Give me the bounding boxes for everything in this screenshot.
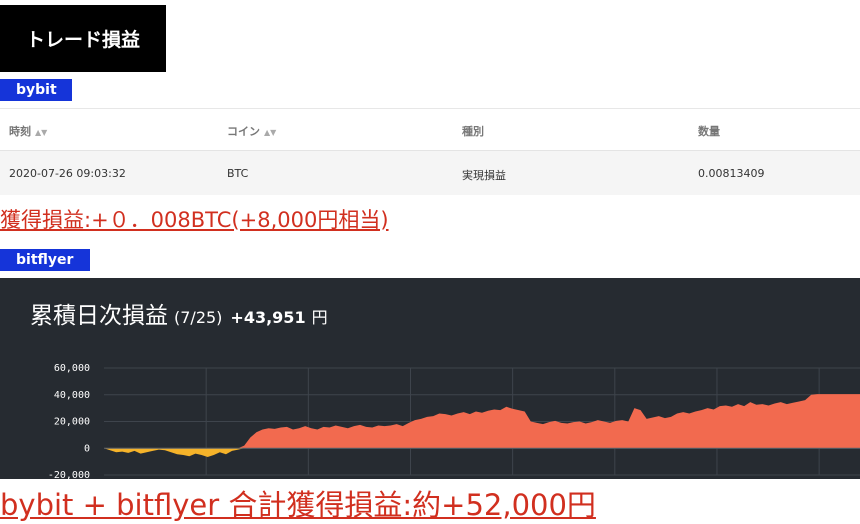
section-badge-bybit: bybit bbox=[0, 79, 72, 101]
y-tick-label: 40,000 bbox=[54, 390, 90, 401]
section-badge-bitflyer: bitflyer bbox=[0, 249, 90, 271]
page-title: トレード損益 bbox=[0, 5, 166, 72]
table-row: 2020-07-26 09:03:32 BTC 実現損益 0.00813409 bbox=[0, 150, 860, 195]
total-profit-text: bybit + bitflyer 合計獲得損益:約+52,000円 bbox=[0, 488, 596, 522]
negative-area bbox=[104, 448, 860, 457]
bybit-profit-text: 獲得損益:+０．008BTC(+8,000円相当) bbox=[0, 208, 389, 232]
sort-icon: ▲▼ bbox=[35, 128, 48, 137]
y-tick-label: 60,000 bbox=[54, 363, 90, 374]
chart-date: (7/25) bbox=[174, 308, 223, 327]
table-header: 時刻 ▲▼ コイン ▲▼ 種別 数量 bbox=[0, 108, 860, 151]
cell-time: 2020-07-26 09:03:32 bbox=[9, 167, 126, 180]
y-tick-label: -20,000 bbox=[48, 470, 90, 479]
chart-title: 累積日次損益 (7/25) +43,951 円 bbox=[30, 296, 328, 330]
cell-quantity: 0.00813409 bbox=[698, 167, 765, 180]
chart-unit: 円 bbox=[311, 308, 328, 327]
column-header-quantity: 数量 bbox=[698, 125, 720, 138]
column-header-time[interactable]: 時刻 ▲▼ bbox=[9, 123, 47, 139]
sort-icon: ▲▼ bbox=[264, 128, 277, 137]
trade-table: 時刻 ▲▼ コイン ▲▼ 種別 数量 2020-07-26 09:03:32 BTC… bbox=[0, 108, 860, 196]
cumulative-pnl-chart: 累積日次損益 (7/25) +43,951 円 60,000 40,000 20,000 0… bbox=[0, 278, 860, 479]
chart-title-text: 累積日次損益 bbox=[30, 303, 168, 329]
y-tick-label: 0 bbox=[84, 443, 90, 454]
cell-coin: BTC bbox=[227, 167, 249, 180]
chart-value: +43,951 bbox=[230, 308, 306, 327]
cell-type: 実現損益 bbox=[462, 169, 506, 182]
y-tick-label: 20,000 bbox=[54, 417, 90, 428]
column-header-coin[interactable]: コイン ▲▼ bbox=[227, 123, 276, 139]
column-header-type: 種別 bbox=[462, 125, 484, 138]
